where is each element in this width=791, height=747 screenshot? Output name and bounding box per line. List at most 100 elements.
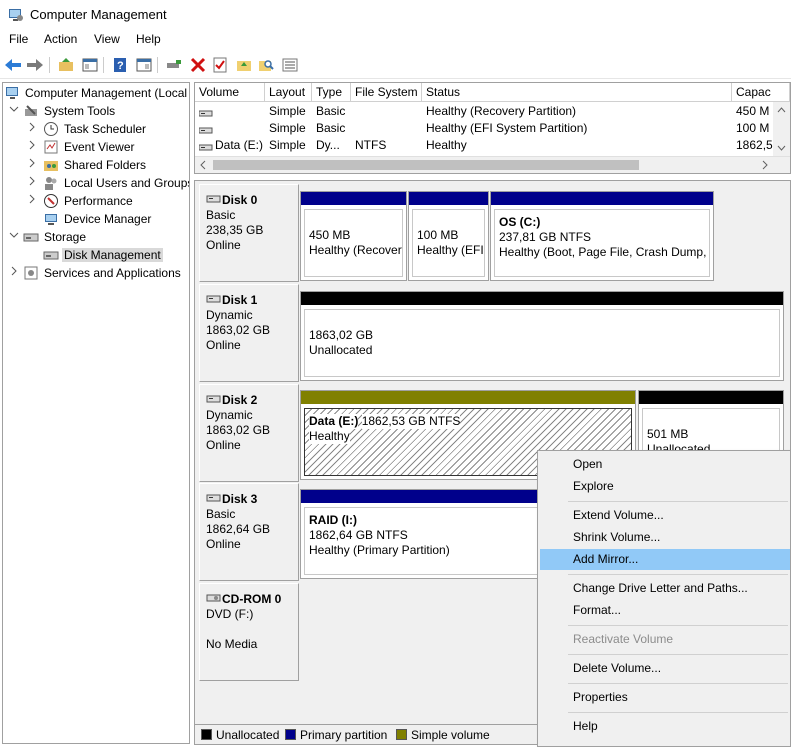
disk-1-label[interactable]: Disk 1 Dynamic 1863,02 GB Online	[199, 284, 299, 382]
table-cell[interactable]: 1862,5	[732, 137, 774, 154]
menu-item-add-mirror[interactable]: Add Mirror...	[540, 549, 790, 570]
column-header-status[interactable]: Status	[422, 83, 732, 102]
tree-item-system-tools[interactable]: System Tools	[3, 102, 189, 120]
chevron-down-icon[interactable]	[9, 104, 19, 116]
chevron-down-icon[interactable]	[9, 230, 19, 242]
table-cell[interactable]: 100 M	[732, 120, 774, 137]
table-cell[interactable]: Healthy	[422, 137, 732, 154]
table-cell[interactable]: Basic	[312, 103, 351, 120]
column-header-volume[interactable]: Volume	[195, 83, 265, 102]
tree-item-services-and-applications[interactable]: Services and Applications	[3, 264, 189, 282]
disk-0-label[interactable]: Disk 0 Basic 238,35 GB Online	[199, 184, 299, 282]
delete-icon[interactable]	[188, 55, 208, 75]
table-cell[interactable]: 450 M	[732, 103, 774, 120]
tools-icon	[23, 103, 39, 119]
menu-item-shrink-volume[interactable]: Shrink Volume...	[540, 527, 790, 548]
table-cell[interactable]: Healthy (Recovery Partition)	[422, 103, 732, 120]
console-tree: Computer Management (Local System Tools …	[2, 82, 190, 744]
show-hide-console-tree-icon[interactable]	[80, 55, 100, 75]
disk-icon	[206, 293, 222, 307]
tree-item-task-scheduler[interactable]: Task Scheduler	[3, 120, 189, 138]
legend-simple-volume: Simple volume	[396, 728, 490, 742]
partition-efi[interactable]: 100 MB Healthy (EFI	[408, 191, 489, 281]
folder-up-icon[interactable]	[234, 55, 254, 75]
disk-3-label[interactable]: Disk 3 Basic 1862,64 GB Online	[199, 483, 299, 581]
menu-item-change-drive-letter[interactable]: Change Drive Letter and Paths...	[540, 578, 790, 599]
menu-separator	[568, 654, 788, 655]
disk-icon	[206, 193, 222, 207]
context-menu: Open Explore Extend Volume... Shrink Vol…	[537, 450, 791, 747]
table-cell[interactable]: NTFS	[351, 137, 422, 154]
disk-icon	[206, 492, 222, 506]
tree-item-shared-folders[interactable]: Shared Folders	[3, 156, 189, 174]
chevron-right-icon[interactable]	[27, 158, 37, 170]
tree-item-computer-management[interactable]: Computer Management (Local	[3, 84, 189, 102]
table-cell[interactable]: Simple	[265, 137, 312, 154]
column-header-layout[interactable]: Layout	[265, 83, 312, 102]
menu-item-open[interactable]: Open	[540, 454, 790, 475]
help-icon[interactable]: ?	[110, 55, 130, 75]
disk-icon	[43, 247, 59, 263]
table-cell[interactable]: Basic	[312, 120, 351, 137]
chevron-right-icon[interactable]	[27, 140, 37, 152]
menu-separator	[568, 501, 788, 502]
chevron-right-icon[interactable]	[27, 122, 37, 134]
menu-item-explore[interactable]: Explore	[540, 476, 790, 497]
menu-view[interactable]: View	[94, 32, 120, 46]
column-header-type[interactable]: Type	[312, 83, 351, 102]
horizontal-scrollbar[interactable]	[195, 156, 790, 173]
table-cell[interactable]: Healthy (EFI System Partition)	[422, 120, 732, 137]
tree-item-local-users[interactable]: Local Users and Groups	[3, 174, 189, 192]
menu-item-reactivate-volume: Reactivate Volume	[573, 632, 674, 646]
partition-recovery[interactable]: 450 MB Healthy (Recovery	[300, 191, 407, 281]
users-icon	[43, 175, 59, 191]
disk-icon	[206, 393, 222, 407]
column-header-capacity[interactable]: Capac	[732, 83, 790, 102]
tree-item-device-manager[interactable]: Device Manager	[3, 210, 189, 228]
menu-separator	[568, 574, 788, 575]
table-cell[interactable]: Data (E:)	[211, 137, 265, 154]
table-cell[interactable]: Dy...	[312, 137, 351, 154]
menu-item-extend-volume[interactable]: Extend Volume...	[540, 505, 790, 526]
menu-item-properties[interactable]: Properties	[540, 687, 790, 708]
chevron-right-icon[interactable]	[27, 194, 37, 206]
partition-disk1-unallocated[interactable]: 1863,02 GB Unallocated	[300, 291, 784, 381]
tree-item-event-viewer[interactable]: Event Viewer	[3, 138, 189, 156]
table-cell[interactable]: Simple	[265, 103, 312, 120]
menu-item-format[interactable]: Format...	[540, 600, 790, 621]
menu-action[interactable]: Action	[44, 32, 77, 46]
forward-arrow-icon[interactable]	[25, 55, 45, 75]
tree-item-performance[interactable]: Performance	[3, 192, 189, 210]
tree-item-storage[interactable]: Storage	[3, 228, 189, 246]
volume-list: Volume Layout Type File System Status Ca…	[194, 82, 791, 174]
tree-item-disk-management[interactable]: Disk Management	[3, 246, 189, 264]
partition-os-c[interactable]: OS (C:) 237,81 GB NTFS Healthy (Boot, Pa…	[490, 191, 714, 281]
action-pane-icon[interactable]	[134, 55, 154, 75]
volume-drive-icon	[198, 107, 213, 121]
disk-2-label[interactable]: Disk 2 Dynamic 1863,02 GB Online	[199, 384, 299, 482]
table-cell[interactable]: Simple	[265, 120, 312, 137]
menu-file[interactable]: File	[9, 32, 28, 46]
menu-item-delete-volume[interactable]: Delete Volume...	[540, 658, 790, 679]
toolbar: ?	[0, 51, 791, 79]
column-header-file-system[interactable]: File System	[351, 83, 422, 102]
event-viewer-icon	[43, 139, 59, 155]
menu-item-help[interactable]: Help	[540, 716, 790, 737]
chevron-right-icon[interactable]	[27, 176, 37, 188]
check-properties-icon[interactable]	[210, 55, 230, 75]
menu-separator	[568, 712, 788, 713]
device-manager-icon	[43, 211, 59, 227]
list-view-icon[interactable]	[280, 55, 300, 75]
shared-folder-icon	[43, 157, 59, 173]
back-arrow-icon[interactable]	[3, 55, 23, 75]
up-folder-icon[interactable]	[56, 55, 76, 75]
menu-help[interactable]: Help	[136, 32, 161, 46]
chevron-right-icon[interactable]	[9, 266, 19, 278]
menu-bar: File Action View Help	[0, 30, 791, 50]
search-folder-icon[interactable]	[256, 55, 276, 75]
services-icon	[23, 265, 39, 281]
cdrom-0-label[interactable]: CD-ROM 0 DVD (F:) No Media	[199, 583, 299, 681]
vertical-scrollbar[interactable]	[773, 102, 790, 156]
connect-drive-icon[interactable]	[164, 55, 184, 75]
computer-management-icon	[8, 7, 24, 23]
